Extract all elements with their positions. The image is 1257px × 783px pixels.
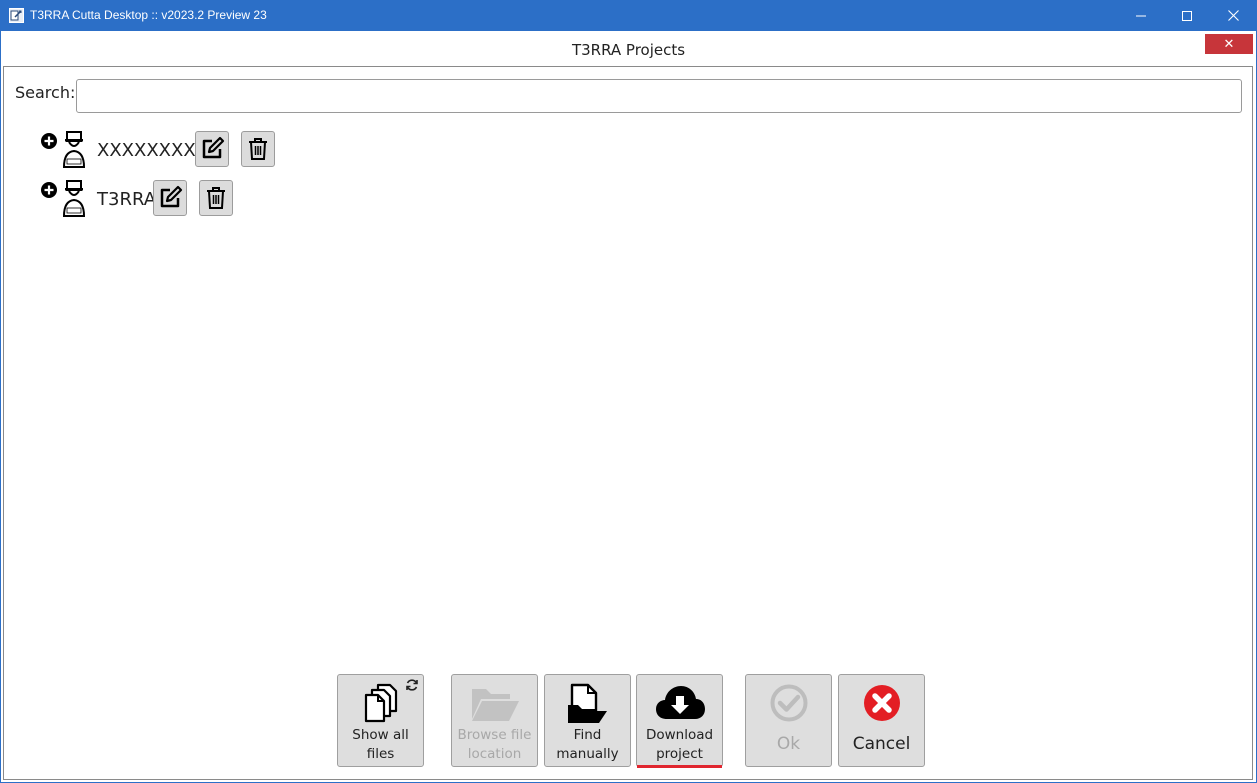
edit-icon — [160, 185, 183, 208]
trash-icon — [207, 187, 225, 209]
minimize-icon — [1136, 15, 1146, 16]
check-circle-icon — [770, 684, 807, 722]
dialog-title: T3RRA Projects — [571, 41, 686, 59]
edit-project-button[interactable] — [153, 180, 187, 216]
search-input[interactable] — [76, 79, 1242, 113]
maximize-button[interactable] — [1164, 0, 1210, 31]
ok-button[interactable]: Ok — [745, 674, 832, 767]
trash-icon — [249, 138, 267, 160]
window-titlebar[interactable]: T3RRA Cutta Desktop :: v2023.2 Preview 2… — [0, 0, 1257, 31]
find-file-icon — [567, 683, 607, 723]
project-row[interactable]: T3RRA — [40, 179, 156, 219]
browse-file-location-button[interactable]: Browse file location — [451, 674, 538, 767]
dialog-close-button[interactable]: ✕ — [1205, 34, 1253, 54]
cancel-label: Cancel — [852, 734, 911, 754]
maximize-icon — [1182, 10, 1192, 21]
files-icon — [364, 683, 397, 723]
show-all-files-button[interactable]: Show all files — [337, 674, 424, 767]
cloud-download-icon — [655, 686, 705, 719]
minimize-button[interactable] — [1118, 0, 1164, 31]
delete-project-button[interactable] — [241, 131, 275, 167]
download-project-label-line1: Download — [645, 727, 714, 743]
folder-open-icon — [471, 689, 519, 721]
search-label: Search: — [15, 83, 76, 102]
projects-panel — [3, 66, 1253, 780]
expand-plus-icon[interactable] — [40, 181, 58, 199]
browse-file-location-label-line2: location — [467, 746, 522, 762]
app-icon — [9, 8, 24, 23]
project-owner-icon — [62, 180, 86, 217]
focus-underline — [637, 765, 722, 768]
download-project-label-line2: project — [656, 746, 703, 762]
window-close-button[interactable] — [1210, 0, 1256, 31]
close-icon — [1227, 10, 1239, 21]
cancel-button[interactable]: Cancel — [838, 674, 925, 767]
find-manually-label-line1: Find — [573, 727, 602, 743]
expand-plus-icon[interactable] — [40, 132, 58, 150]
download-project-button[interactable]: Download project — [636, 674, 723, 768]
edit-icon — [202, 136, 225, 159]
delete-project-button[interactable] — [199, 180, 233, 216]
edit-project-button[interactable] — [195, 131, 229, 167]
cancel-circle-icon — [863, 685, 900, 721]
ok-label: Ok — [776, 734, 801, 754]
find-manually-button[interactable]: Find manually — [544, 674, 631, 767]
browse-file-location-label-line1: Browse file — [457, 727, 532, 743]
project-name: T3RRA — [97, 189, 157, 210]
window-title: T3RRA Cutta Desktop :: v2023.2 Preview 2… — [30, 8, 267, 22]
dialog-close-icon: ✕ — [1223, 36, 1235, 52]
project-owner-icon — [62, 131, 86, 168]
show-all-files-label-line2: files — [366, 746, 395, 762]
show-all-files-label-line1: Show all — [352, 727, 409, 743]
project-name: XXXXXXXXX — [97, 140, 208, 161]
find-manually-label-line2: manually — [556, 746, 619, 762]
